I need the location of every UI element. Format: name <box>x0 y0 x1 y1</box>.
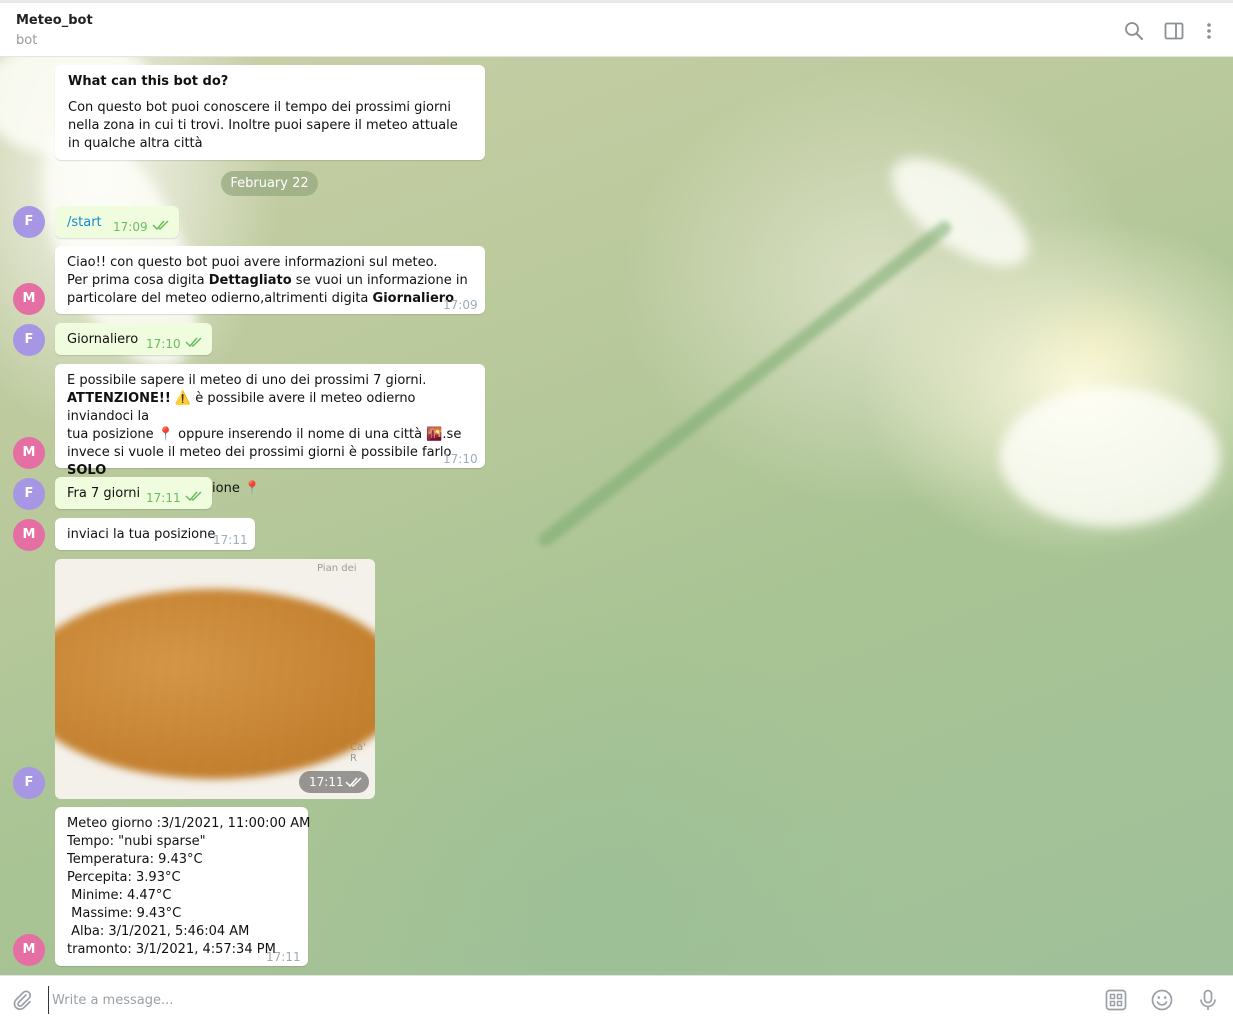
chat-history[interactable]: What can this bot do? Con questo bot puo… <box>0 57 1233 975</box>
avatar[interactable]: F <box>13 478 45 510</box>
message-line: invece si vuole il meteo dei prossimi gi… <box>67 445 452 478</box>
search-icon[interactable] <box>1123 20 1145 42</box>
chat-header: Meteo_bot bot <box>0 3 1233 57</box>
message-line: particolare del meteo odierno,altrimenti… <box>67 291 455 306</box>
message-input[interactable] <box>48 986 1074 1014</box>
wallpaper-petal <box>1000 387 1220 527</box>
avatar[interactable]: M <box>13 934 45 966</box>
message-outgoing[interactable]: /start 17:09 <box>55 206 179 238</box>
emoji-icon[interactable] <box>1150 988 1174 1012</box>
wallpaper-stem <box>535 218 955 550</box>
message-incoming[interactable]: Ciao!! con questo bot puoi avere informa… <box>55 246 485 314</box>
weather-line: Alba: 3/1/2021, 5:46:04 AM <box>67 924 250 939</box>
message-outgoing[interactable]: Fra 7 giorni 17:11 <box>55 477 212 509</box>
chat-subtitle: bot <box>16 33 38 48</box>
weather-line: Tempo: "nubi sparse" <box>67 834 206 849</box>
avatar[interactable]: M <box>13 437 45 469</box>
message-time: 17:09 <box>113 220 148 234</box>
avatar[interactable]: F <box>13 767 45 799</box>
message-line: E possibile sapere il meteo di uno dei p… <box>67 373 427 388</box>
message-text: Giornaliero <box>67 332 139 347</box>
location-pin-icon: 📍 <box>157 427 174 442</box>
message-time: 17:09 <box>443 298 478 312</box>
sidebar-toggle-icon[interactable] <box>1163 20 1185 42</box>
message-line: Per prima cosa digita Dettagliato se vuo… <box>67 273 468 288</box>
read-receipt-icon <box>345 777 362 788</box>
message-composer <box>0 975 1233 1023</box>
location-pin-icon: 📍 <box>243 481 261 496</box>
date-separator: February 22 <box>221 171 318 196</box>
message-time: 17:11 <box>266 950 301 964</box>
avatar[interactable]: M <box>13 519 45 551</box>
message-time: 17:10 <box>443 452 478 466</box>
message-time: 17:11 <box>146 491 181 505</box>
weather-line: Temperatura: 9.43°C <box>67 852 203 867</box>
weather-line: Percepita: 3.93°C <box>67 870 181 885</box>
message-incoming[interactable]: inviaci la tua posizione 17:11 <box>55 518 255 550</box>
message-line: tua posizione 📍 oppure inserendo il nome… <box>67 427 462 442</box>
weather-line: Meteo giorno :3/1/2021, 11:00:00 AM <box>67 816 311 831</box>
avatar[interactable]: M <box>13 283 45 315</box>
map-redaction-overlay <box>55 589 375 779</box>
microphone-icon[interactable] <box>1196 988 1220 1012</box>
intro-title: What can this bot do? <box>68 74 229 89</box>
location-map-message[interactable]: Pian dei Ca' R 17:11 <box>55 559 375 799</box>
more-vertical-icon[interactable] <box>1198 20 1220 42</box>
bot-commands-icon[interactable] <box>1104 988 1128 1012</box>
message-incoming[interactable]: Meteo giorno :3/1/2021, 11:00:00 AM Temp… <box>55 807 311 966</box>
avatar[interactable]: F <box>13 206 45 238</box>
read-receipt-icon <box>152 220 169 231</box>
map-place-label: Pian dei <box>317 563 357 574</box>
message-text: Fra 7 giorni <box>67 486 141 501</box>
avatar[interactable]: F <box>13 324 45 356</box>
message-line: Ciao!! con questo bot puoi avere informa… <box>67 255 438 270</box>
read-receipt-icon <box>185 491 202 502</box>
weather-line: Minime: 4.47°C <box>67 888 172 903</box>
warning-icon: ⚠️ <box>174 391 192 406</box>
message-incoming[interactable]: E possibile sapere il meteo di uno dei p… <box>55 364 485 496</box>
message-text: inviaci la tua posizione <box>67 527 216 542</box>
weather-line: Massime: 9.43°C <box>67 906 182 921</box>
message-time: 17:10 <box>146 337 181 351</box>
read-receipt-icon <box>185 337 202 348</box>
city-sunset-icon: 🌇 <box>426 427 443 442</box>
chat-title[interactable]: Meteo_bot <box>16 13 93 28</box>
attach-icon[interactable] <box>10 988 34 1012</box>
message-outgoing[interactable]: Giornaliero 17:10 <box>55 323 212 355</box>
message-time: 17:11 <box>213 533 248 547</box>
weather-line: tramonto: 3/1/2021, 4:57:34 PM <box>67 942 276 957</box>
message-time: 17:11 <box>299 771 369 793</box>
message-line: ATTENZIONE!! ⚠️ è possibile avere il met… <box>67 391 416 424</box>
intro-text: Con questo bot puoi conoscere il tempo d… <box>68 100 458 151</box>
command-link[interactable]: /start <box>67 215 102 230</box>
bot-intro-card: What can this bot do? Con questo bot puo… <box>55 65 485 160</box>
